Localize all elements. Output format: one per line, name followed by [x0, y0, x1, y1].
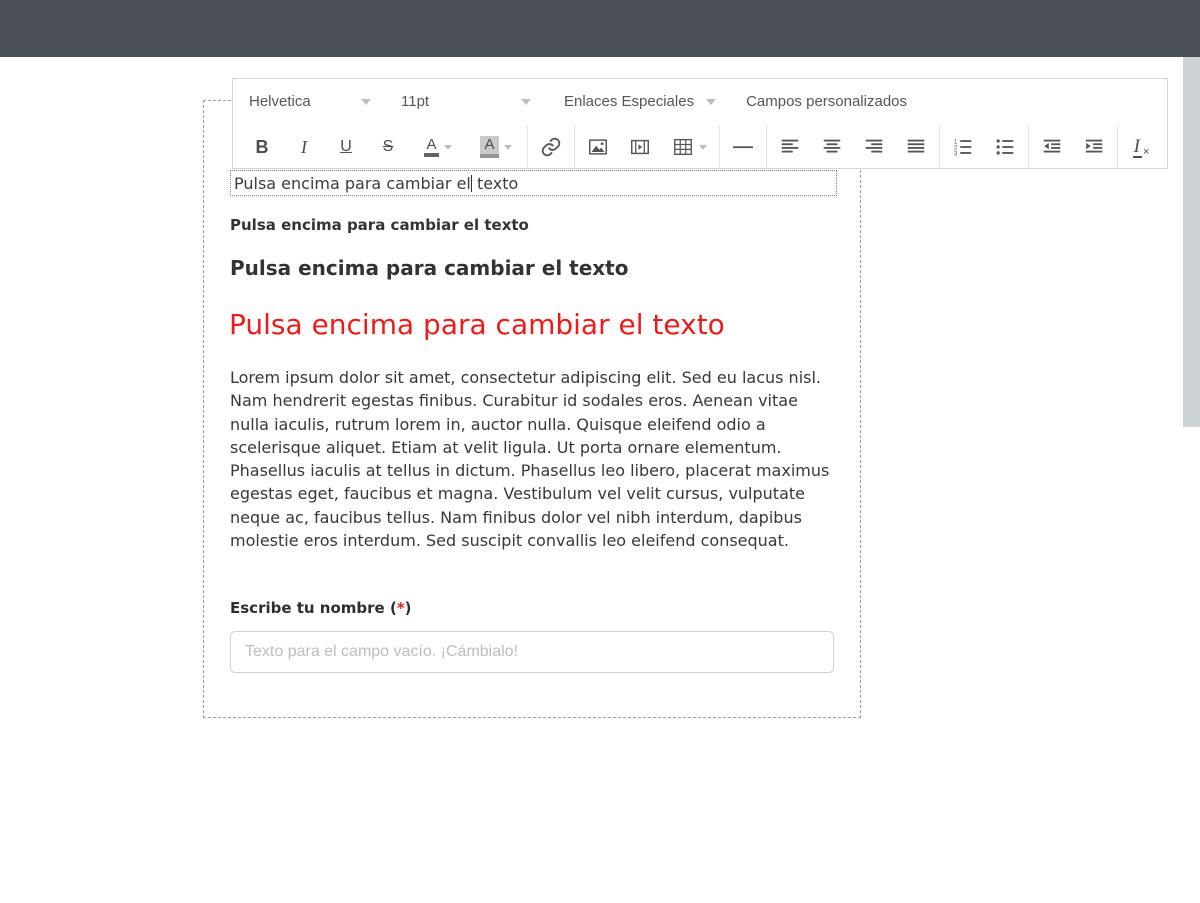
required-asterisk: * [397, 599, 405, 617]
name-label-prefix: Escribe tu nombre ( [230, 599, 397, 617]
horizontal-rule-icon [731, 136, 755, 158]
ordered-list-button[interactable]: 1 2 3 [942, 127, 984, 167]
insert-image-button[interactable] [577, 127, 619, 167]
indent-button[interactable] [1073, 127, 1115, 167]
toolbar-separator [719, 126, 720, 168]
text-color-button[interactable]: A [409, 127, 467, 167]
align-right-button[interactable] [853, 127, 895, 167]
ordered-list-icon: 1 2 3 [952, 136, 974, 158]
editable-text-before-cursor: Pulsa encima para cambiar el [234, 174, 471, 193]
align-justify-icon [905, 136, 927, 158]
bullet-list-icon [994, 136, 1016, 158]
editable-text-after-cursor: texto [472, 174, 518, 193]
bullet-list-button[interactable] [984, 127, 1026, 167]
toolbar-separator [939, 126, 940, 168]
font-family-value: Helvetica [249, 93, 311, 110]
outdent-icon [1041, 136, 1063, 158]
chevron-down-icon [521, 99, 531, 105]
toolbar-separator [766, 126, 767, 168]
horizontal-rule-button[interactable] [722, 127, 764, 167]
editable-heading-red[interactable]: Pulsa encima para cambiar el texto [229, 308, 725, 341]
name-field-label: Escribe tu nombre (*) [230, 599, 412, 617]
indent-icon [1083, 136, 1105, 158]
chevron-down-icon [706, 99, 716, 105]
toolbar-separator [574, 126, 575, 168]
svg-text:3: 3 [954, 150, 958, 157]
background-color-button[interactable]: A [467, 127, 525, 167]
name-input[interactable] [230, 631, 834, 673]
name-label-suffix: ) [405, 599, 412, 617]
font-size-value: 11pt [401, 93, 429, 110]
editor-toolbar: Helvetica 11pt Enlaces Especiales Campos… [232, 78, 1168, 169]
bold-button[interactable]: B [241, 127, 283, 167]
insert-video-button[interactable] [619, 127, 661, 167]
strikethrough-button[interactable]: S [367, 127, 409, 167]
align-left-button[interactable] [769, 127, 811, 167]
font-family-select[interactable]: Helvetica [249, 93, 371, 110]
custom-fields-label: Campos personalizados [746, 93, 907, 110]
custom-fields-button[interactable]: Campos personalizados [746, 93, 907, 110]
image-icon [587, 136, 609, 158]
underline-icon: U [340, 138, 352, 156]
insert-table-button[interactable] [661, 127, 717, 167]
scrollbar-thumb[interactable] [1183, 57, 1200, 427]
chevron-down-icon [504, 145, 512, 150]
editable-paragraph[interactable]: Lorem ipsum dolor sit amet, consectetur … [230, 366, 836, 552]
italic-icon: I [301, 137, 307, 158]
clear-formatting-button[interactable]: I × [1120, 127, 1162, 167]
toolbar-separator [1028, 126, 1029, 168]
clear-formatting-icon: I × [1133, 137, 1150, 158]
background-color-icon: A [480, 136, 498, 158]
toolbar-format-row: B I U S A A [233, 124, 1167, 170]
bold-icon: B [256, 137, 269, 158]
editable-text-line[interactable]: Pulsa encima para cambiar el texto [230, 170, 837, 196]
editable-bold-line[interactable]: Pulsa encima para cambiar el texto [230, 216, 529, 234]
link-icon [540, 136, 562, 158]
special-links-select[interactable]: Enlaces Especiales [564, 93, 716, 110]
align-right-icon [863, 136, 885, 158]
align-center-button[interactable] [811, 127, 853, 167]
align-justify-button[interactable] [895, 127, 937, 167]
insert-link-button[interactable] [530, 127, 572, 167]
toolbar-dropdown-row: Helvetica 11pt Enlaces Especiales Campos… [233, 79, 1167, 124]
toolbar-separator [1117, 126, 1118, 168]
underline-button[interactable]: U [325, 127, 367, 167]
editable-heading-bold[interactable]: Pulsa encima para cambiar el texto [230, 256, 628, 280]
app-header [0, 0, 1200, 57]
outdent-button[interactable] [1031, 127, 1073, 167]
align-center-icon [821, 136, 843, 158]
font-size-select[interactable]: 11pt [401, 93, 531, 110]
toolbar-separator [527, 126, 528, 168]
text-color-icon: A [424, 137, 438, 157]
chevron-down-icon [361, 99, 371, 105]
strikethrough-icon: S [383, 138, 394, 156]
chevron-down-icon [699, 145, 707, 150]
table-icon [672, 136, 694, 158]
align-left-icon [779, 136, 801, 158]
italic-button[interactable]: I [283, 127, 325, 167]
video-icon [629, 136, 651, 158]
chevron-down-icon [444, 145, 452, 150]
special-links-label: Enlaces Especiales [564, 93, 694, 110]
